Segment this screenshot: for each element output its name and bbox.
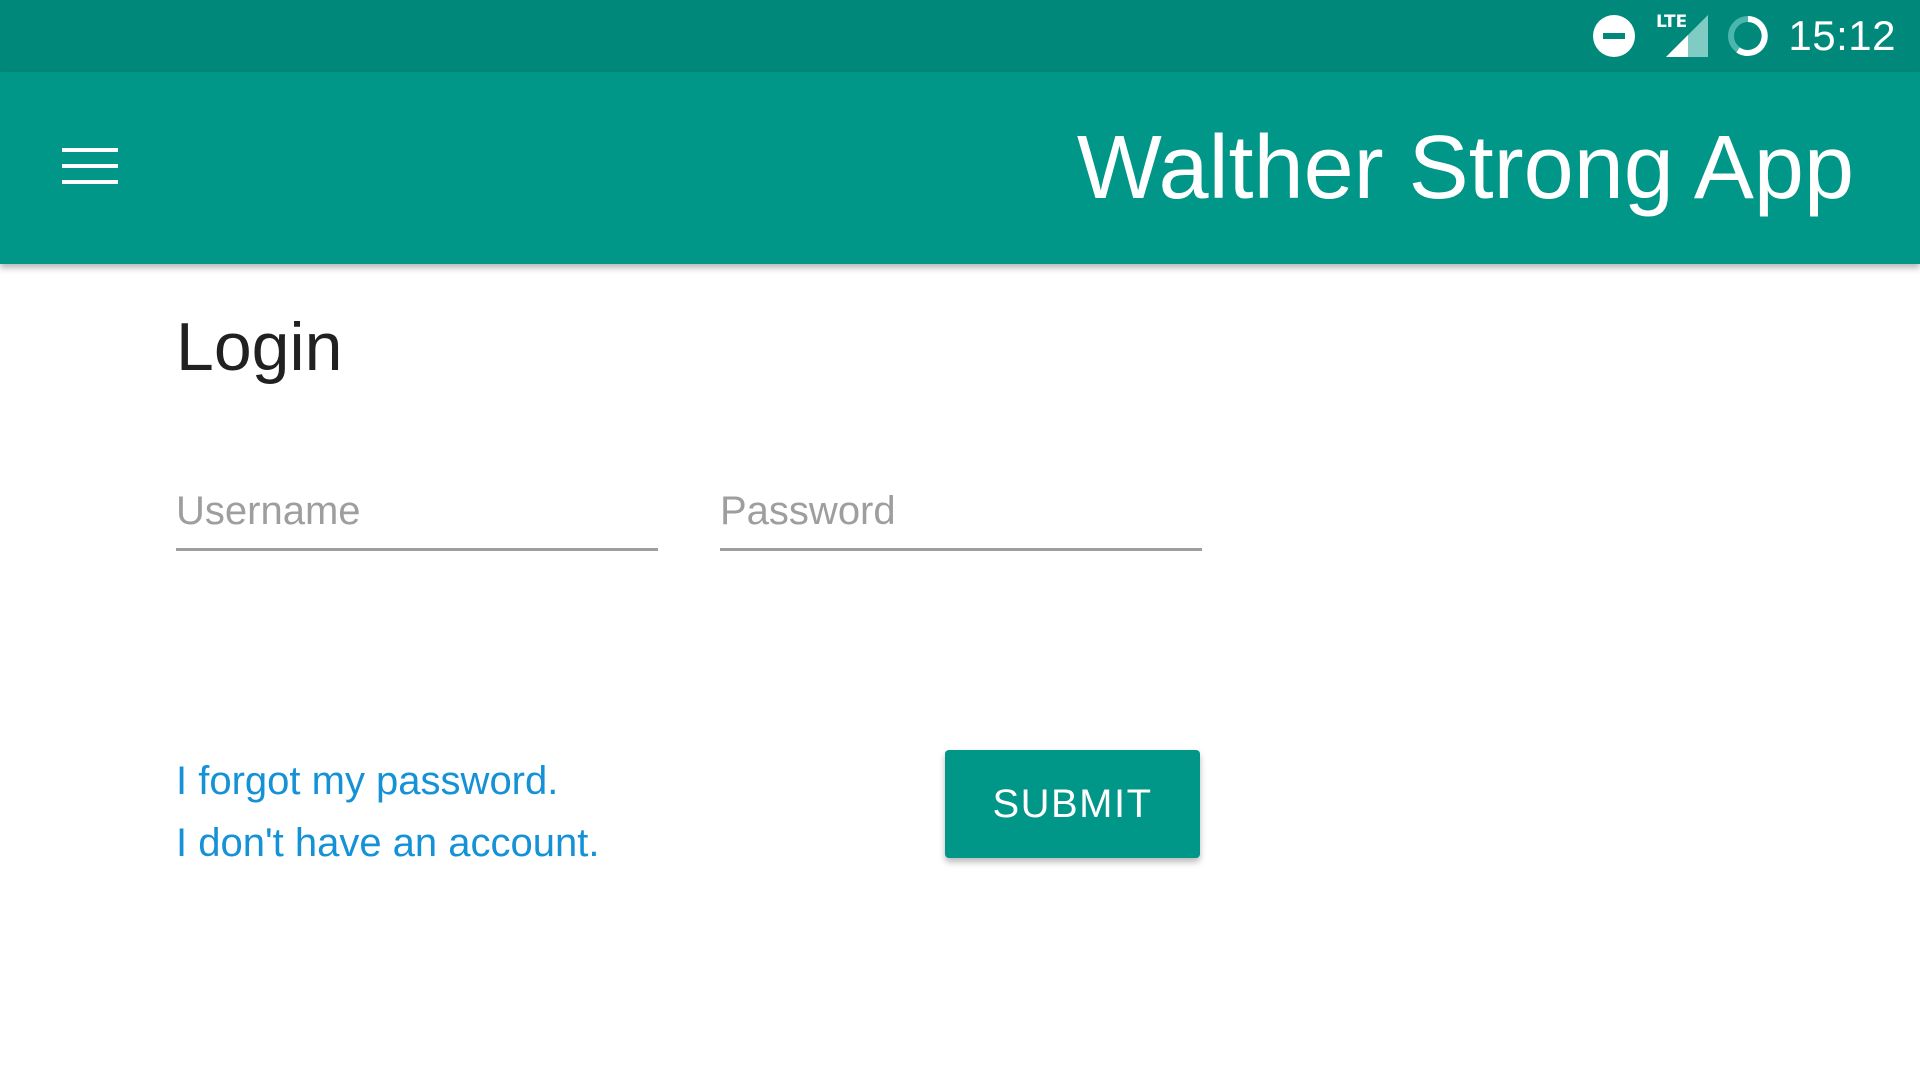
- submit-button[interactable]: SUBMIT: [945, 750, 1200, 858]
- status-bar: LTE 15:12: [0, 0, 1920, 72]
- app-title: Walther Strong App: [1076, 118, 1854, 218]
- username-field: [176, 474, 658, 551]
- account-links: I forgot my password. I don't have an ac…: [176, 750, 600, 874]
- username-input[interactable]: [176, 474, 658, 548]
- lte-signal-icon: LTE: [1654, 11, 1709, 61]
- forgot-password-link[interactable]: I forgot my password.: [176, 750, 600, 812]
- password-field: [720, 474, 1202, 551]
- login-content: Login I forgot my password. I don't have…: [0, 264, 1920, 1080]
- menu-button[interactable]: [44, 132, 136, 204]
- hamburger-menu-icon: [62, 146, 118, 191]
- lte-label: LTE: [1656, 12, 1687, 32]
- battery-icon: [1726, 14, 1770, 58]
- password-input[interactable]: [720, 474, 1202, 548]
- no-account-link[interactable]: I don't have an account.: [176, 812, 600, 874]
- app-bar: Walther Strong App: [0, 72, 1920, 264]
- status-icons: LTE 15:12: [1592, 0, 1896, 72]
- do-not-disturb-icon: [1592, 14, 1636, 58]
- status-time: 15:12: [1788, 12, 1896, 59]
- page-title: Login: [176, 309, 343, 385]
